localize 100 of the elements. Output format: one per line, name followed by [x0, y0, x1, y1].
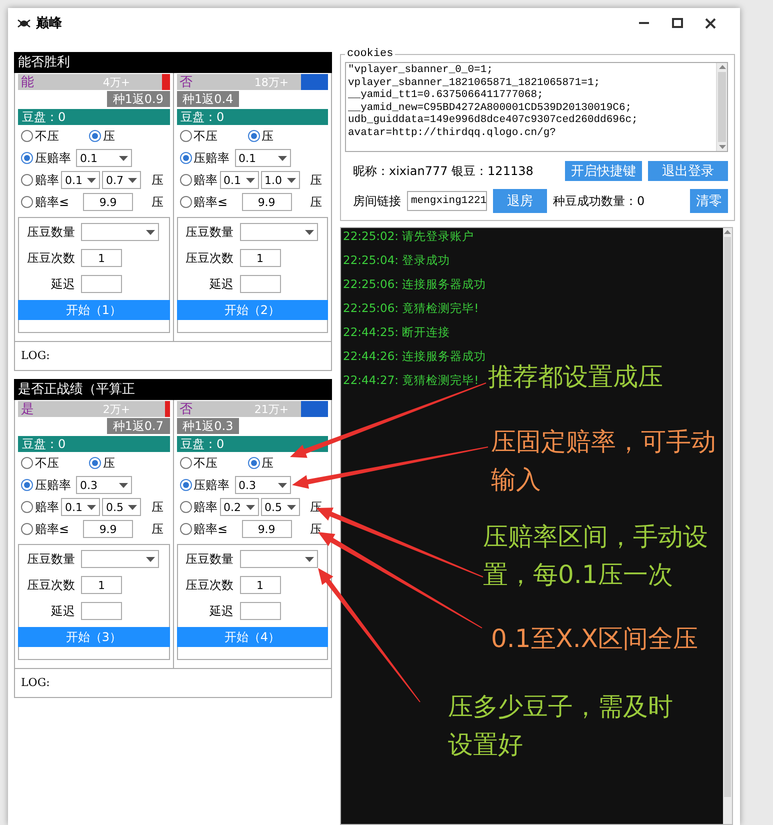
- group-title: 能否胜利: [14, 52, 332, 73]
- scrollbar[interactable]: [716, 63, 727, 151]
- annotation-text: 推荐都设置成压: [488, 361, 664, 393]
- field-label: 压豆次数: [26, 250, 75, 266]
- radio-button[interactable]: [248, 457, 260, 469]
- dropdown[interactable]: 0.7: [102, 171, 141, 189]
- radio-label: 赔率≤: [35, 520, 70, 538]
- number-field[interactable]: 1: [81, 249, 122, 267]
- number-field[interactable]: 1: [240, 576, 280, 594]
- radio-label: 压: [262, 454, 274, 472]
- field-label: 压豆数量: [184, 550, 234, 568]
- number-field[interactable]: 9.9: [242, 520, 292, 538]
- bet-total: 2万+: [102, 402, 130, 416]
- dropdown[interactable]: 0.2: [220, 498, 258, 516]
- radio-button[interactable]: [180, 479, 192, 491]
- input-field[interactable]: [81, 275, 122, 293]
- bet-total: 4万+: [102, 74, 130, 90]
- caret-icon: [119, 156, 128, 160]
- radio-button[interactable]: [21, 130, 33, 142]
- field-label: 房间链接: [353, 192, 401, 210]
- caret-icon: [304, 230, 314, 234]
- radio-button[interactable]: [180, 130, 192, 142]
- suffix-label: 压: [310, 194, 322, 210]
- log-label: LOG:: [20, 675, 51, 691]
- number-field[interactable]: 9.9: [242, 193, 292, 211]
- caret-icon: [146, 556, 155, 562]
- room-field[interactable]: mengxing1221: [407, 191, 487, 211]
- log-line: 22:25:06: 连接服务器成功: [343, 276, 486, 293]
- dropdown[interactable]: 0.5: [260, 498, 300, 516]
- input-field[interactable]: [81, 602, 122, 620]
- dropdown[interactable]: 0.1: [234, 149, 290, 167]
- radio-button[interactable]: [89, 457, 101, 469]
- radio-button[interactable]: [21, 196, 33, 208]
- dropdown[interactable]: 1.0: [260, 171, 300, 189]
- dropdown[interactable]: 0.1: [61, 171, 100, 189]
- radio-label: 不压: [194, 128, 218, 144]
- radio-button[interactable]: [180, 174, 192, 186]
- radio-label: 压赔率: [194, 476, 230, 494]
- radio-button[interactable]: [180, 523, 192, 535]
- radio-label: 不压: [35, 454, 59, 472]
- dropdown[interactable]: [81, 223, 159, 241]
- radio-button[interactable]: [89, 130, 101, 142]
- radio-button[interactable]: [21, 457, 33, 469]
- radio-button[interactable]: [248, 130, 260, 142]
- log-label: LOG:: [20, 348, 51, 364]
- dropdown[interactable]: 0.5: [102, 498, 141, 516]
- pool-bar: 豆盘：0: [176, 436, 328, 452]
- dropdown[interactable]: [81, 550, 159, 568]
- caret-icon: [278, 482, 286, 488]
- number-field[interactable]: 1: [81, 576, 122, 594]
- field-label: 压豆次数: [184, 250, 234, 266]
- option-name: 否: [178, 74, 192, 91]
- number-field[interactable]: 1: [240, 249, 280, 267]
- scrollbar[interactable]: [723, 228, 732, 824]
- log-line: 22:25:04: 登录成功: [343, 252, 450, 269]
- log-line: 22:25:06: 竟猜检测完毕!: [343, 300, 479, 317]
- dropdown[interactable]: 0.1: [61, 498, 100, 516]
- number-field[interactable]: 9.9: [83, 520, 134, 538]
- dropdown[interactable]: [240, 550, 318, 568]
- radio-button[interactable]: [180, 152, 192, 164]
- radio-button[interactable]: [21, 152, 33, 164]
- pool-bar: 豆盘：0: [176, 109, 328, 125]
- bet-total: 18万+: [254, 74, 289, 90]
- scroll-up-icon[interactable]: [718, 65, 726, 69]
- radio-label: 压: [262, 128, 274, 144]
- window-title: 巅峰: [36, 15, 62, 32]
- caret-icon: [246, 504, 254, 510]
- dropdown[interactable]: 0.3: [76, 476, 132, 494]
- caret-icon: [278, 156, 286, 160]
- success-count: 种豆成功数量：0: [553, 192, 645, 210]
- scroll-down-icon[interactable]: [718, 145, 726, 149]
- radio-button[interactable]: [21, 501, 33, 513]
- dropdown[interactable]: 0.1: [76, 149, 132, 167]
- dropdown[interactable]: 0.1: [220, 171, 258, 189]
- radio-button[interactable]: [21, 174, 33, 186]
- number-field[interactable]: 9.9: [83, 193, 134, 211]
- bug-icon: [17, 18, 31, 28]
- input-field[interactable]: [240, 602, 280, 620]
- radio-button[interactable]: [180, 501, 192, 513]
- suffix-label: 压: [152, 520, 164, 538]
- radio-label: 压赔率: [194, 150, 230, 166]
- radio-label: 赔率≤: [194, 194, 228, 210]
- scroll-up-icon[interactable]: [724, 230, 731, 234]
- radio-button[interactable]: [21, 479, 33, 491]
- annotation-text: 0.1至X.X区间全压: [491, 623, 699, 655]
- log-line: 22:44:27: 竟猜检测完毕!: [343, 372, 479, 389]
- dropdown[interactable]: [240, 223, 318, 241]
- radio-label: 赔率: [194, 172, 218, 188]
- suffix-label: 压: [152, 194, 164, 210]
- radio-button[interactable]: [21, 523, 33, 535]
- odds-tag: 种1返0.3: [176, 418, 240, 434]
- radio-label: 压: [103, 128, 115, 144]
- input-field[interactable]: [240, 275, 280, 293]
- field-label: 延迟: [208, 602, 234, 620]
- caret-icon: [286, 178, 296, 182]
- radio-button[interactable]: [180, 196, 192, 208]
- radio-button[interactable]: [180, 457, 192, 469]
- dropdown[interactable]: 0.3: [234, 476, 290, 494]
- text-area[interactable]: [345, 62, 728, 152]
- radio-label: 赔率: [35, 498, 59, 516]
